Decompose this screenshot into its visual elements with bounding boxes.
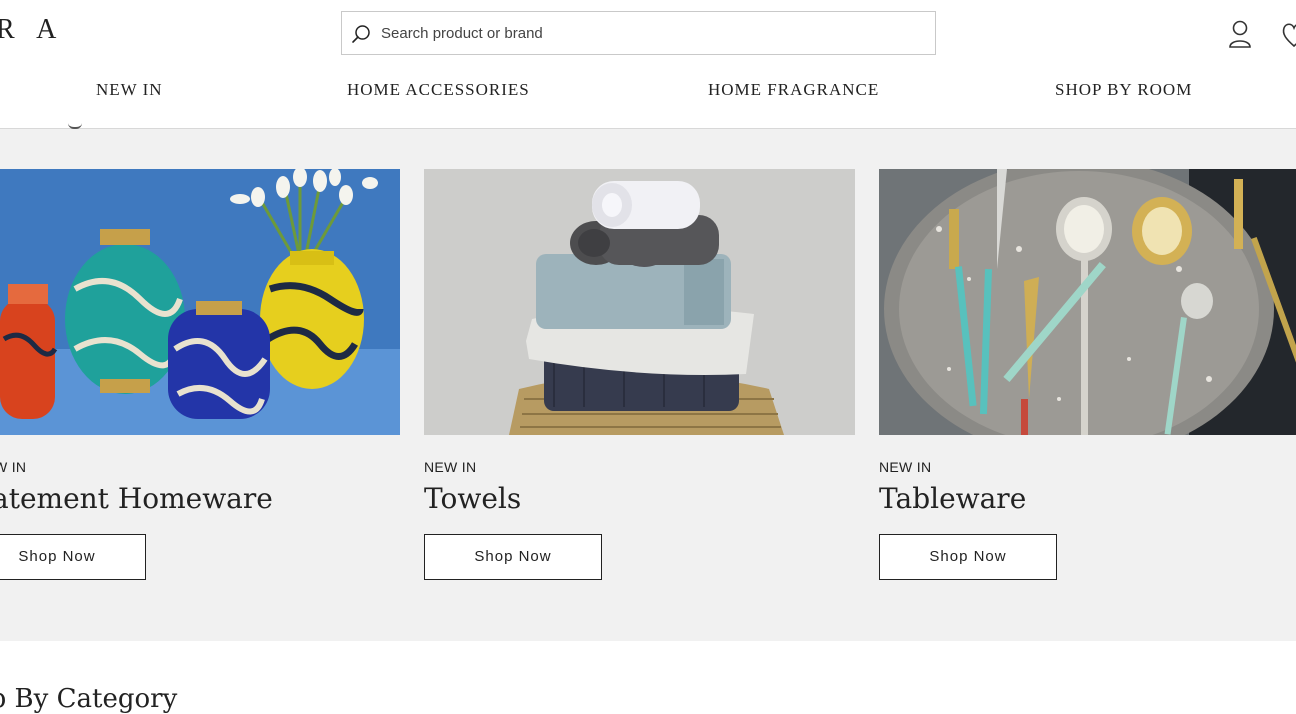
brand-logo[interactable]: R A: [0, 14, 64, 46]
promo-kicker: W IN: [0, 459, 27, 475]
search-box[interactable]: [341, 11, 936, 55]
wishlist-icon[interactable]: [1280, 18, 1296, 50]
shop-now-button[interactable]: Shop Now: [424, 534, 602, 580]
promo-image-tableware[interactable]: [879, 169, 1296, 435]
vases-image: [0, 169, 400, 435]
promo-title[interactable]: atement Homeware: [0, 482, 273, 515]
promo-title[interactable]: Tableware: [879, 482, 1026, 515]
promo-kicker: NEW IN: [424, 459, 477, 475]
promo-image-towels[interactable]: [424, 169, 855, 435]
nav-new-in[interactable]: NEW IN: [96, 80, 163, 100]
promo-title[interactable]: Towels: [424, 482, 521, 515]
promo-image-homeware[interactable]: [0, 169, 400, 435]
shop-by-category-heading: op By Category: [0, 684, 178, 714]
cutlery-image: [879, 169, 1296, 435]
promo-band: W IN atement Homeware Shop Now NEW IN To…: [0, 129, 1296, 641]
shop-now-button[interactable]: Shop Now: [0, 534, 146, 580]
account-icon[interactable]: [1226, 18, 1254, 50]
nav-shop-by-room[interactable]: SHOP BY ROOM: [1055, 80, 1192, 100]
towels-image: [424, 169, 855, 435]
nav-home-fragrance[interactable]: HOME FRAGRANCE: [708, 80, 879, 100]
shop-now-button[interactable]: Shop Now: [879, 534, 1057, 580]
search-input[interactable]: [381, 22, 921, 44]
main-nav: NEW IN HOME ACCESSORIES HOME FRAGRANCE S…: [0, 80, 1296, 104]
site-header: R A NEW IN HOME ACCESSORIES HOME FRAGRAN…: [0, 0, 1296, 129]
search-icon: [352, 25, 370, 43]
promo-kicker: NEW IN: [879, 459, 932, 475]
nav-home-accessories[interactable]: HOME ACCESSORIES: [347, 80, 530, 100]
